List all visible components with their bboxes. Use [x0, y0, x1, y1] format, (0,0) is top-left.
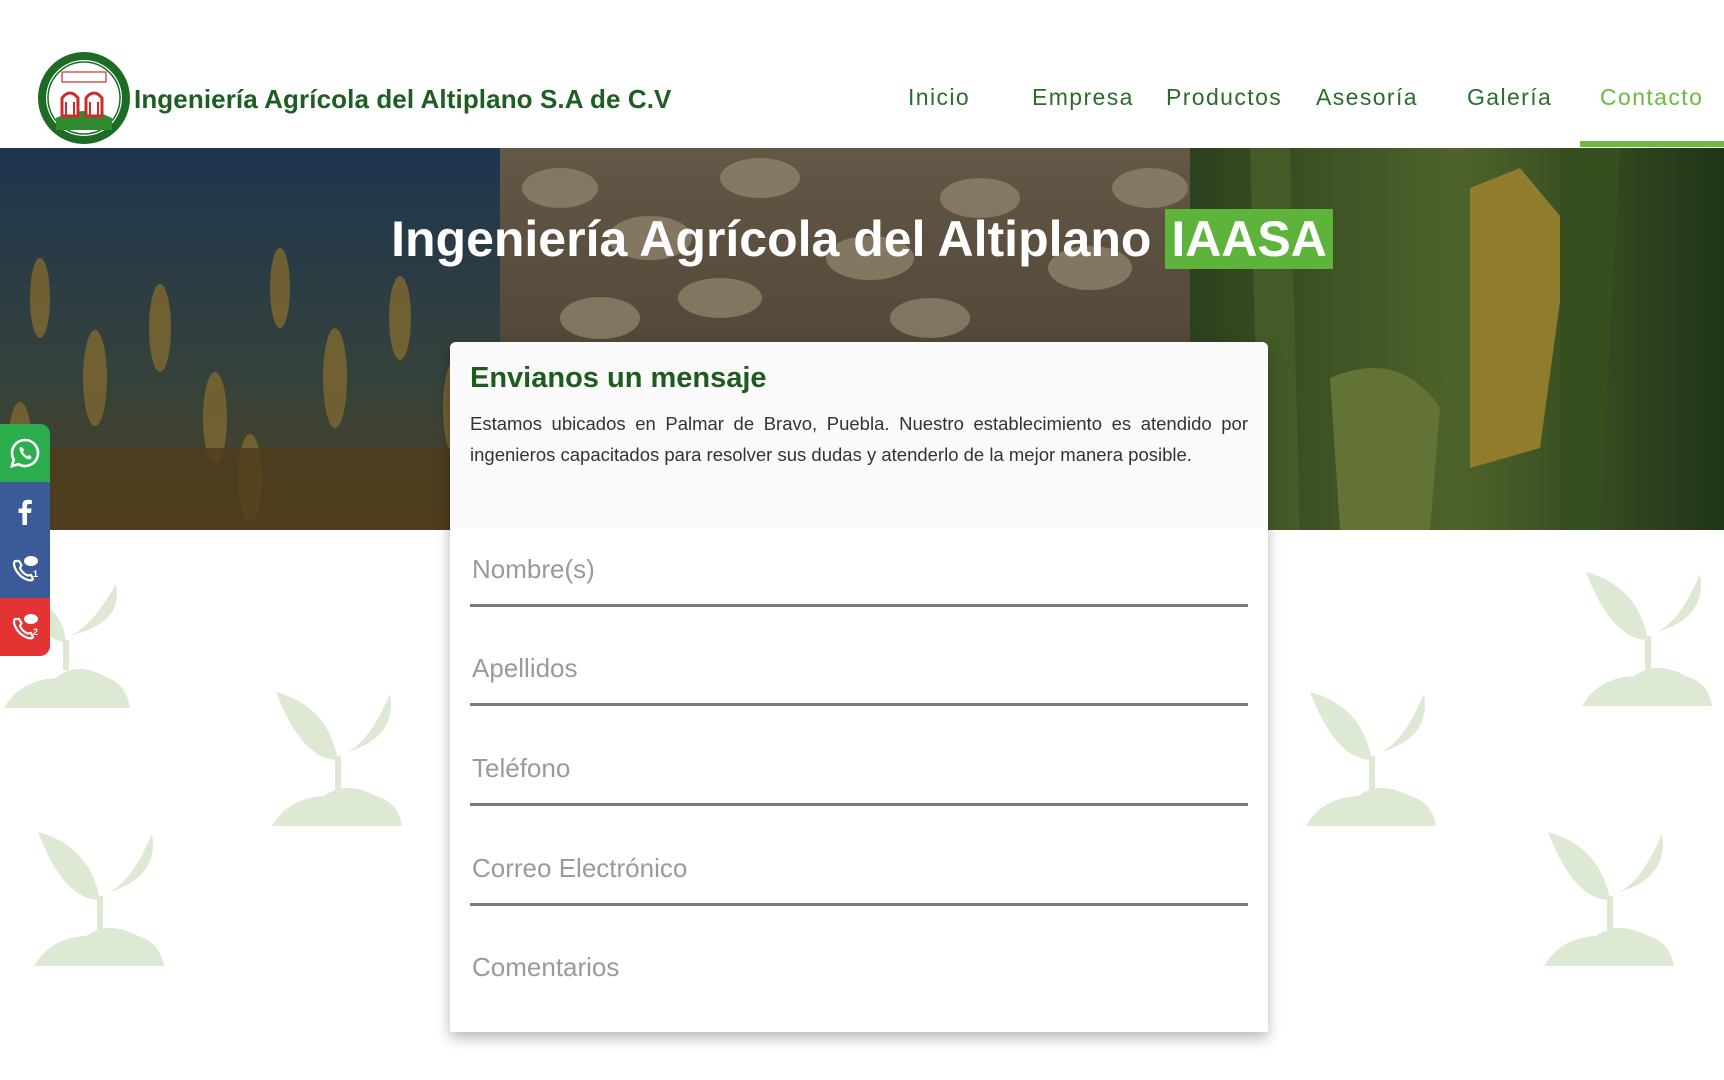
svg-text:1: 1: [33, 569, 38, 579]
nav-productos[interactable]: Productos: [1166, 84, 1282, 111]
correo-input[interactable]: [470, 847, 1252, 889]
facebook-button[interactable]: [0, 482, 50, 540]
nav-empresa[interactable]: Empresa: [1032, 84, 1134, 111]
contact-card-description: Estamos ubicados en Palmar de Bravo, Pue…: [470, 413, 1248, 465]
nav-galeria[interactable]: Galería: [1467, 84, 1552, 111]
main-nav: Inicio Empresa Productos Asesoría Galerí…: [0, 84, 1724, 148]
comentarios-field: [470, 932, 1252, 1002]
apellidos-field: [470, 633, 1252, 706]
hero-title-highlight: IAASA: [1165, 209, 1333, 269]
hero-title-text: Ingeniería Agrícola del Altiplano: [391, 211, 1152, 267]
sprout-decoration-icon: [34, 832, 164, 966]
sprout-decoration-icon: [1306, 692, 1436, 826]
nav-asesoria[interactable]: Asesoría: [1316, 84, 1418, 111]
contact-card-header: Envianos un mensaje Estamos ubicados en …: [450, 342, 1268, 528]
nombre-input[interactable]: [470, 548, 1252, 590]
phone-chat-1-button[interactable]: 1: [0, 540, 50, 598]
apellidos-input[interactable]: [470, 647, 1252, 689]
whatsapp-icon: [10, 438, 40, 468]
sprout-decoration-icon: [272, 692, 402, 826]
correo-field: [470, 833, 1252, 906]
nav-contacto[interactable]: Contacto: [1600, 84, 1703, 111]
phone-chat-2-button[interactable]: 2: [0, 598, 50, 656]
nombre-field: [470, 534, 1252, 607]
contact-form-card: Envianos un mensaje Estamos ubicados en …: [450, 342, 1268, 1032]
site-header: Ingeniería Agrícola del Altiplano S.A de…: [0, 0, 1724, 148]
telefono-field: [470, 733, 1252, 806]
contact-card-title: Envianos un mensaje: [470, 362, 767, 394]
facebook-icon: [18, 499, 32, 525]
phone-chat-1-icon: 1: [12, 556, 38, 582]
nav-inicio[interactable]: Inicio: [908, 84, 970, 111]
nav-active-indicator: [1580, 141, 1724, 147]
telefono-input[interactable]: [470, 747, 1252, 789]
sprout-decoration-icon: [1544, 832, 1674, 966]
whatsapp-button[interactable]: [0, 424, 50, 482]
svg-text:2: 2: [33, 627, 38, 637]
sprout-decoration-icon: [1582, 572, 1712, 706]
hero-title: Ingeniería Agrícola del Altiplano IAASA: [0, 209, 1724, 269]
comentarios-input[interactable]: [470, 946, 1252, 988]
phone-chat-2-icon: 2: [12, 614, 38, 640]
